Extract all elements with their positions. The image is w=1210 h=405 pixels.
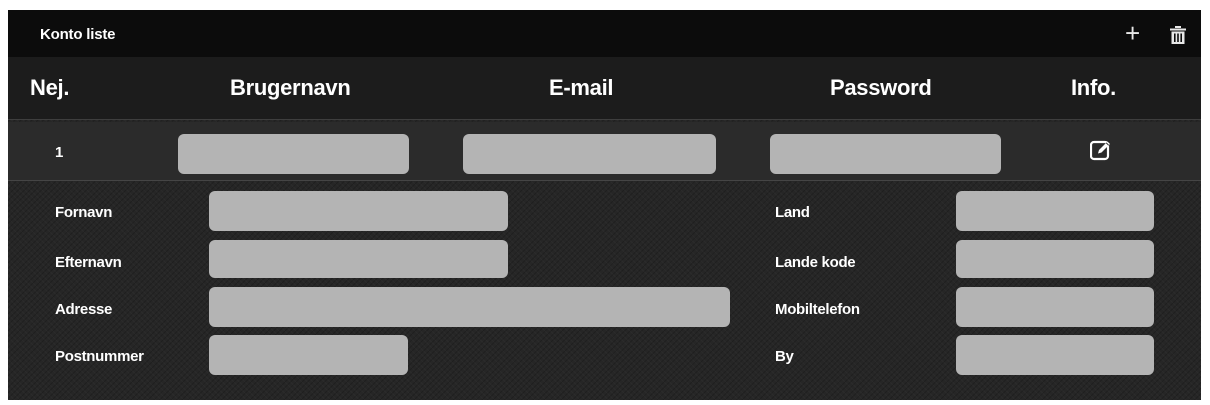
city-input[interactable] [956, 335, 1154, 375]
column-header-info: Info. [1071, 75, 1116, 100]
mobile-phone-input[interactable] [956, 287, 1154, 327]
label-postal-code: Postnummer [55, 348, 144, 365]
last-name-input[interactable] [209, 240, 508, 278]
column-header-password: Password [830, 75, 932, 100]
address-input[interactable] [209, 287, 730, 327]
username-input[interactable] [178, 134, 409, 174]
edit-icon[interactable] [1090, 139, 1112, 161]
column-header-username: Brugernavn [230, 75, 351, 100]
account-list-panel: Konto liste + Nej. Brugernavn E-mail Pas… [8, 10, 1201, 400]
plus-icon[interactable]: + [1125, 20, 1140, 46]
label-country-code: Lande kode [775, 254, 856, 271]
label-last-name: Efternavn [55, 254, 122, 271]
panel-title-bar: Konto liste + [8, 10, 1201, 57]
first-name-input[interactable] [209, 191, 508, 231]
row-number: 1 [55, 144, 64, 161]
country-code-input[interactable] [956, 240, 1154, 278]
label-first-name: Fornavn [55, 204, 113, 221]
table-header-row: Nej. Brugernavn E-mail Password Info. [8, 57, 1201, 120]
label-mobile-phone: Mobiltelefon [775, 301, 860, 318]
password-input[interactable] [770, 134, 1001, 174]
table-row: 1 [8, 122, 1201, 181]
column-header-number: Nej. [30, 75, 70, 100]
trash-icon[interactable] [1170, 26, 1186, 44]
label-city: By [775, 348, 794, 365]
label-address: Adresse [55, 301, 113, 318]
country-input[interactable] [956, 191, 1154, 231]
email-input[interactable] [463, 134, 716, 174]
label-country: Land [775, 204, 810, 221]
panel-title: Konto liste [40, 26, 116, 43]
postal-code-input[interactable] [209, 335, 408, 375]
column-header-email: E-mail [549, 75, 614, 100]
